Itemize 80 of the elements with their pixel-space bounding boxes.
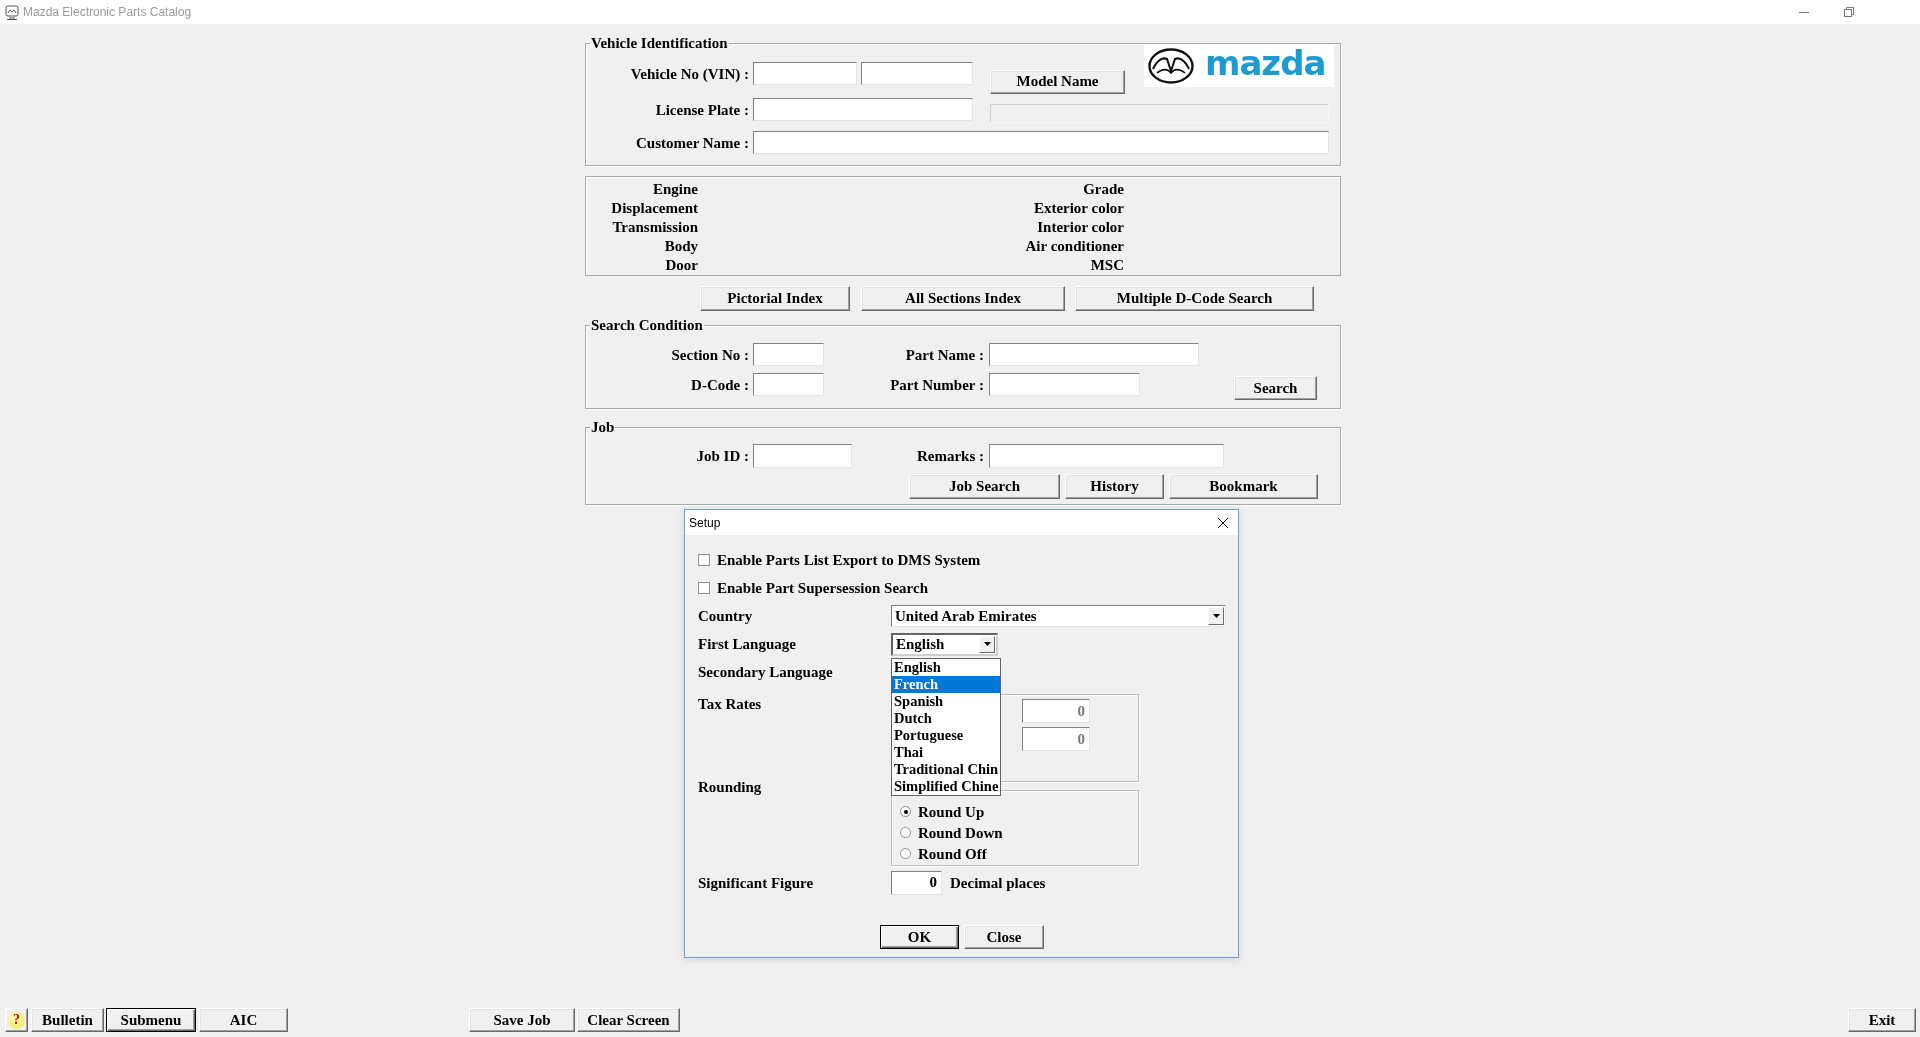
job-button[interactable]: History xyxy=(1065,474,1164,499)
section-no-field[interactable] xyxy=(753,343,824,366)
language-select[interactable]: English xyxy=(891,632,998,656)
toolbar-button[interactable]: Clear Screen xyxy=(577,1008,680,1032)
field-label: D-Code : xyxy=(690,375,749,394)
remarks-field[interactable] xyxy=(989,444,1224,468)
radio-label[interactable]: Round Down xyxy=(918,823,1003,842)
exit-button[interactable]: Exit xyxy=(1848,1008,1916,1032)
window-title: Mazda Electronic Parts Catalog xyxy=(23,5,192,19)
radio-button[interactable] xyxy=(900,848,911,859)
caret-icon[interactable] xyxy=(1208,607,1224,625)
customer-name-field[interactable] xyxy=(753,131,1329,154)
country-select[interactable]: United Arab Emirates xyxy=(891,605,1226,627)
unit-label: Decimal places xyxy=(950,873,1046,892)
field-label: Remarks : xyxy=(915,447,984,465)
field-label: Tax Rates xyxy=(698,695,763,713)
checkbox-label[interactable]: Enable Parts List Export to DMS System xyxy=(717,551,981,569)
vin-field[interactable] xyxy=(753,62,857,85)
dialog-button[interactable]: OK xyxy=(880,925,959,949)
license-plate-field[interactable] xyxy=(753,98,973,121)
job-button[interactable]: Job Search xyxy=(909,474,1060,499)
spec-label: Engine xyxy=(652,180,698,199)
field-label: Section No : xyxy=(670,345,749,364)
toolbar-button[interactable]: AIC xyxy=(199,1008,288,1032)
vin-field[interactable] xyxy=(861,62,973,85)
field-label: Part Name : xyxy=(904,345,984,364)
field-label: Job ID : xyxy=(695,447,749,465)
decimal-places-field[interactable]: 0 xyxy=(891,870,942,895)
checkbox[interactable] xyxy=(698,554,710,566)
field-label: License Plate : xyxy=(654,100,749,119)
field-label: Part Number : xyxy=(889,375,984,394)
group-title: Vehicle Identification xyxy=(590,34,729,52)
field-label: First Language xyxy=(698,635,797,653)
restore-icon[interactable] xyxy=(1844,7,1854,17)
spec-label: Transmission xyxy=(611,218,698,237)
minimize-icon[interactable] xyxy=(1799,11,1809,13)
emblem-icon xyxy=(1148,47,1194,84)
model-name-button[interactable]: Model Name xyxy=(990,69,1125,94)
index-button[interactable]: All Sections Index xyxy=(861,286,1065,311)
d-code-field[interactable] xyxy=(753,373,824,396)
toolbar-button[interactable]: Save Job xyxy=(469,1008,575,1032)
radio-button[interactable] xyxy=(900,806,911,817)
spec-label: Door xyxy=(664,256,698,275)
part-number-field[interactable] xyxy=(989,373,1140,396)
dropdown-list[interactable]: English French Spanish Dutch Portuguese Thai Traditional Chin Simplified Chine xyxy=(891,657,1001,796)
spec-label: Grade xyxy=(1082,180,1124,199)
checkbox-label[interactable]: Enable Part Supersession Search xyxy=(717,579,928,597)
radio-label[interactable]: Round Off xyxy=(918,844,987,863)
job-button[interactable]: Bookmark xyxy=(1169,474,1318,499)
dialog-button[interactable]: Close xyxy=(964,925,1044,949)
field-label: Rounding xyxy=(698,778,763,796)
field-label: Customer Name : xyxy=(634,133,749,152)
close-icon[interactable] xyxy=(1218,517,1228,528)
help-button[interactable]: ? xyxy=(5,1008,28,1032)
caret-icon[interactable] xyxy=(979,635,995,653)
spec-label: Air conditioner xyxy=(1024,237,1124,256)
spec-label: Interior color xyxy=(1036,218,1124,237)
search-button[interactable]: Search xyxy=(1234,376,1317,400)
spec-label: MSC xyxy=(1089,256,1124,275)
spec-label: Displacement xyxy=(610,199,698,218)
field-label: Country xyxy=(698,607,754,625)
spec-label: Body xyxy=(663,237,698,256)
field-label: Significant Figure xyxy=(698,873,815,892)
group-title: Job xyxy=(590,418,616,436)
job-id-field[interactable] xyxy=(753,444,852,468)
toolbar-button[interactable]: Submenu xyxy=(106,1008,196,1032)
checkbox[interactable] xyxy=(698,582,710,594)
part-name-field[interactable] xyxy=(989,343,1199,366)
app-icon xyxy=(5,4,19,20)
field-label: Vehicle No (VIN) : xyxy=(629,64,749,83)
logo-wordmark: mazda xyxy=(1205,45,1326,80)
index-button[interactable]: Multiple D-Code Search xyxy=(1075,286,1314,311)
dialog-title: Setup xyxy=(689,515,721,530)
toolbar-button[interactable]: Bulletin xyxy=(31,1008,104,1032)
spec-label: Exterior color xyxy=(1032,199,1124,218)
index-button[interactable]: Pictorial Index xyxy=(700,286,850,311)
group-title: Search Condition xyxy=(590,316,704,334)
field-label: Secondary Language xyxy=(698,663,834,681)
radio-label[interactable]: Round Up xyxy=(918,802,985,821)
radio-button[interactable] xyxy=(900,827,911,838)
